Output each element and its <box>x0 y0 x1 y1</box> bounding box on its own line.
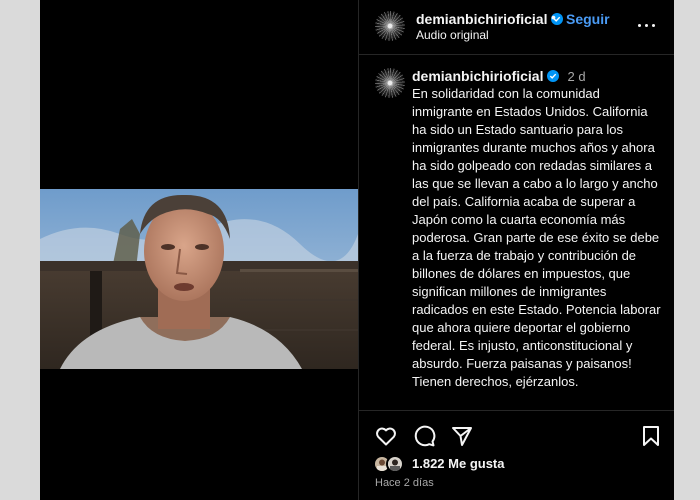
actions-divider <box>359 410 675 411</box>
bookmark-icon[interactable] <box>639 424 663 448</box>
caption-block: demianbichirioficial 2 d En solidaridad c… <box>359 56 675 410</box>
likes-count[interactable]: 1.822 Me gusta <box>412 456 505 471</box>
app-frame: demianbichirioficial • Seguir Audio orig… <box>0 0 700 500</box>
audio-label[interactable]: Audio original <box>416 28 489 42</box>
caption-avatar-icon[interactable] <box>375 68 405 98</box>
header-username[interactable]: demianbichirioficial <box>416 11 564 27</box>
video-frame <box>40 189 358 369</box>
verified-badge-icon <box>547 70 560 82</box>
media-panel <box>40 0 358 500</box>
caption-text: En solidaridad con la comunidad inmigran… <box>412 86 661 389</box>
follow-button[interactable]: Seguir <box>566 11 610 27</box>
header-username-text[interactable]: demianbichirioficial <box>416 11 547 27</box>
heart-icon[interactable] <box>374 424 398 448</box>
post-timestamp[interactable]: Hace 2 días <box>375 477 434 489</box>
video-player[interactable] <box>40 189 358 369</box>
caption-username[interactable]: demianbichirioficial <box>412 68 543 84</box>
caption-time[interactable]: 2 d <box>567 69 585 84</box>
galaxy-avatar-icon[interactable] <box>375 11 405 41</box>
caption-header: demianbichirioficial 2 d <box>412 68 586 86</box>
comment-icon[interactable] <box>412 424 436 448</box>
page-gutter-left <box>0 0 40 500</box>
header-separator: • <box>551 9 556 25</box>
post-info-panel: demianbichirioficial • Seguir Audio orig… <box>358 0 675 500</box>
more-options-icon[interactable] <box>635 14 659 38</box>
page-gutter-right <box>674 0 700 500</box>
post-header: demianbichirioficial • Seguir Audio orig… <box>359 0 675 55</box>
liker-avatar[interactable] <box>386 455 404 473</box>
share-icon[interactable] <box>450 424 474 448</box>
